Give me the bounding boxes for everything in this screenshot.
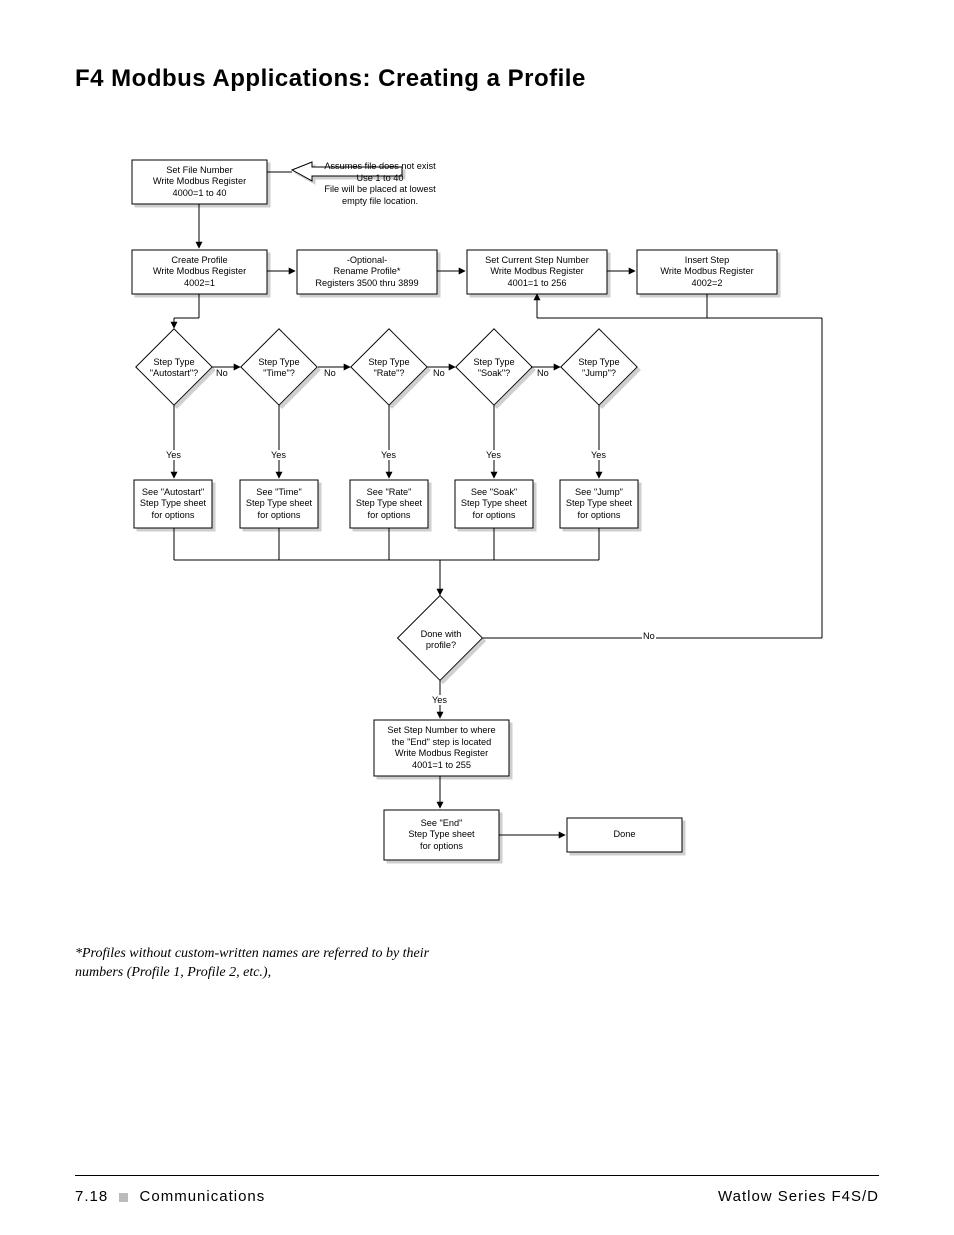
box-setfile-1: Set File Number [166,165,232,177]
see-end-2: Step Type sheet [408,829,474,841]
see-end-3: for options [420,841,463,853]
no-3: No [432,368,446,378]
footer-page: 7.18 [75,1188,108,1205]
see-time-3: for options [258,510,301,522]
see-soak-2: Step Type sheet [461,498,527,510]
box-create-2: Write Modbus Register [153,266,246,278]
box-insert-1: Insert Step [685,255,729,267]
done-box: Done [614,829,636,841]
d-rate-1: Step Type [368,357,409,369]
footer-section: Communications [140,1188,266,1205]
see-soak-1: See "Soak" [471,487,517,499]
d-soak-1: Step Type [473,357,514,369]
d-autostart-2: "Autostart"? [150,368,198,380]
yes-1: Yes [165,450,182,460]
box-setfile-3: 4000=1 to 40 [173,188,227,200]
setstep-4: 4001=1 to 255 [412,760,471,772]
box-optional-2: Rename Profile* [334,266,401,278]
d-done-1: Done with [421,629,462,641]
box-optional-1: -Optional- [347,255,387,267]
footer-square-icon [119,1193,128,1202]
setstep-2: the "End" step is located [392,737,491,749]
box-assumes-4: empty file location. [342,196,418,208]
yes-3: Yes [380,450,397,460]
box-setcur-1: Set Current Step Number [485,255,589,267]
see-time-2: Step Type sheet [246,498,312,510]
see-rate-1: See "Rate" [367,487,412,499]
see-auto-1: See "Autostart" [142,487,204,499]
box-assumes-1: Assumes file does not exist [324,161,435,173]
no-4: No [536,368,550,378]
flowchart: Set File Number Write Modbus Register 40… [112,140,832,900]
d-jump-1: Step Type [578,357,619,369]
see-soak-3: for options [473,510,516,522]
box-setfile-2: Write Modbus Register [153,176,246,188]
box-setcur-2: Write Modbus Register [490,266,583,278]
d-autostart-1: Step Type [153,357,194,369]
yes-5: Yes [590,450,607,460]
see-jump-1: See "Jump" [575,487,623,499]
see-rate-3: for options [368,510,411,522]
yes-2: Yes [270,450,287,460]
box-assumes-2: Use 1 to 40 [357,173,404,185]
see-jump-3: for options [578,510,621,522]
box-insert-2: Write Modbus Register [660,266,753,278]
box-setcur-3: 4001=1 to 256 [507,278,566,290]
yes-4: Yes [485,450,502,460]
d-rate-2: "Rate"? [373,368,404,380]
footer-left: 7.18 Communications [75,1188,265,1205]
see-time-1: See "Time" [256,487,302,499]
d-time-2: "Time"? [263,368,295,380]
box-create-1: Create Profile [171,255,227,267]
page-title: F4 Modbus Applications: Creating a Profi… [75,65,586,93]
see-jump-2: Step Type sheet [566,498,632,510]
no-2: No [323,368,337,378]
setstep-1: Set Step Number to where [387,725,495,737]
box-create-3: 4002=1 [184,278,215,290]
no-1: No [215,368,229,378]
d-jump-2: "Jump"? [582,368,616,380]
d-time-1: Step Type [258,357,299,369]
footnote: *Profiles without custom-written names a… [75,945,455,983]
yes-done: Yes [431,695,448,705]
see-end-1: See "End" [421,818,463,830]
footer-right: Watlow Series F4S/D [718,1188,879,1205]
box-insert-3: 4002=2 [692,278,723,290]
see-auto-2: Step Type sheet [140,498,206,510]
see-auto-3: for options [152,510,195,522]
see-rate-2: Step Type sheet [356,498,422,510]
box-assumes-3: File will be placed at lowest [324,184,435,196]
d-soak-2: "Soak"? [478,368,511,380]
no-done: No [642,631,656,641]
box-optional-3: Registers 3500 thru 3899 [315,278,418,290]
d-done-2: profile? [426,640,456,652]
footer-rule [75,1175,879,1176]
setstep-3: Write Modbus Register [395,748,488,760]
